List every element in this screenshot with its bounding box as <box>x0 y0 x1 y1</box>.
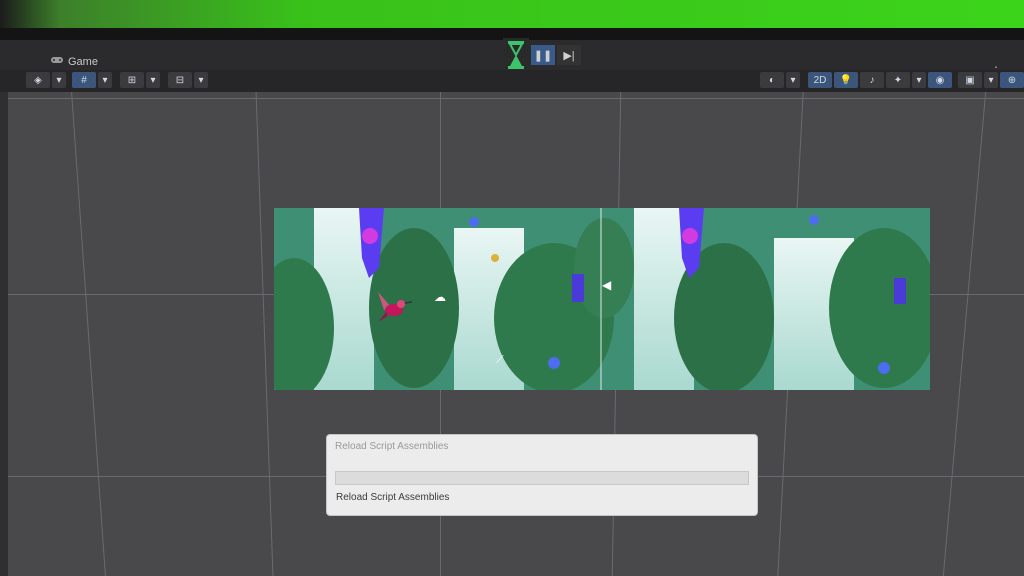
grid-snap-dropdown-icon[interactable]: ▾ <box>98 72 112 88</box>
grid-line <box>71 92 106 576</box>
effects-toggle-button[interactable]: ✦ <box>886 72 910 88</box>
camera-toggle-button[interactable]: ▣ <box>958 72 982 88</box>
toolbar-left-group: ◈ ▾ <box>26 72 66 88</box>
hummingbird-sprite <box>378 292 413 322</box>
audio-source-icon: ◀ <box>602 278 612 292</box>
dialog-status: Reload Script Assemblies <box>336 492 450 503</box>
camera-icon: ▣ <box>965 74 975 86</box>
globe-icon: ⊕ <box>1007 74 1017 86</box>
toolbar-snap-group: # ▾ ⊞ ▾ ⊟ ▾ <box>72 72 208 88</box>
audio-icon: ♪ <box>869 74 875 86</box>
toolbar-right-group: ◐ ▾ 2D 💡 ♪ ✦ ▾ ◉ ▣ ▾ ⊕ ▾ <box>760 72 1024 88</box>
increment-snap-dropdown-icon[interactable]: ▾ <box>146 72 160 88</box>
left-panel-edge <box>0 92 8 576</box>
grid-snap-icon: # <box>81 74 87 86</box>
shading-mode-button[interactable]: ◐ <box>760 72 784 88</box>
grid-line <box>0 98 1024 99</box>
layout-dropdown-icon[interactable]: ▾ <box>194 72 208 88</box>
transform-tool-button[interactable]: ◈ <box>26 72 50 88</box>
monitor-background <box>0 0 1024 30</box>
shading-dropdown-icon[interactable]: ▾ <box>786 72 800 88</box>
layout-button[interactable]: ⊟ <box>168 72 192 88</box>
tab-game[interactable]: Game <box>50 55 98 68</box>
effects-icon: ✦ <box>893 74 903 86</box>
transform-dropdown-icon[interactable]: ▾ <box>52 72 66 88</box>
coin-sprite <box>491 254 499 262</box>
audio-toggle-button[interactable]: ♪ <box>860 72 884 88</box>
shading-mode-icon: ◐ <box>768 74 776 86</box>
dialog-title: Reload Script Assemblies <box>335 441 449 452</box>
lighting-toggle-button[interactable]: 💡 <box>834 72 858 88</box>
gizmos-toggle-button[interactable]: ⊕ <box>1000 72 1024 88</box>
lightbulb-icon: 💡 <box>839 74 853 86</box>
progress-bar <box>335 471 749 485</box>
camera-dropdown-icon[interactable]: ▾ <box>984 72 998 88</box>
eye-slash-icon: ◉ <box>935 74 945 86</box>
playback-controls: ❚❚ ▶| <box>503 38 581 72</box>
transform-icon: ◈ <box>34 74 42 86</box>
hidden-objects-toggle-button[interactable]: ◉ <box>928 72 952 88</box>
bone-icon: ⟋ <box>496 354 504 366</box>
pause-button[interactable]: ❚❚ <box>531 45 555 65</box>
grid-line <box>942 92 987 576</box>
increment-snap-icon: ⊞ <box>127 74 137 86</box>
hourglass-icon <box>503 38 529 72</box>
grid-snap-button[interactable]: # <box>72 72 96 88</box>
effects-dropdown-icon[interactable]: ▾ <box>912 72 926 88</box>
grid-line <box>255 92 274 576</box>
gamepad-icon <box>50 55 64 68</box>
waterfall-background <box>274 208 930 390</box>
particle-icon: ☁ <box>434 290 446 304</box>
game-canvas[interactable]: ☁ ◀ ⟋ <box>274 208 930 390</box>
progress-dialog: Reload Script Assemblies Reload Script A… <box>326 434 758 516</box>
layout-icon: ⊟ <box>175 74 185 86</box>
2d-toggle-button[interactable]: 2D <box>808 72 832 88</box>
increment-snap-button[interactable]: ⊞ <box>120 72 144 88</box>
tab-game-label: Game <box>68 55 98 68</box>
step-button[interactable]: ▶| <box>557 45 581 65</box>
2d-toggle-label: 2D <box>813 74 827 86</box>
